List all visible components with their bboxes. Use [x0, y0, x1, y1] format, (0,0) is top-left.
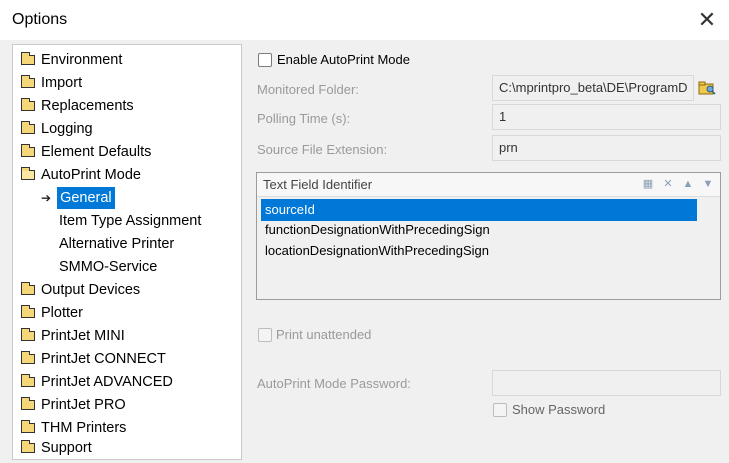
- folder-icon: [21, 121, 35, 134]
- tree-item-label: General: [57, 187, 115, 209]
- tree-item-label: PrintJet PRO: [41, 397, 126, 413]
- folder-icon: [21, 420, 35, 433]
- title-bar: Options ✕: [0, 0, 729, 40]
- move-up-icon[interactable]: ▲: [681, 177, 695, 191]
- monitored-folder-field[interactable]: C:\mprintpro_beta\DE\ProgramD: [492, 75, 694, 101]
- polling-time-label: Polling Time (s):: [257, 111, 351, 126]
- tree-item-printjet-advanced[interactable]: PrintJet ADVANCED: [21, 371, 173, 393]
- polling-time-field[interactable]: 1: [492, 104, 721, 130]
- tree-item-autoprint-mode[interactable]: AutoPrint Mode: [21, 164, 141, 186]
- monitored-folder-label: Monitored Folder:: [257, 82, 359, 97]
- folder-icon: [21, 374, 35, 387]
- show-password-checkbox[interactable]: [493, 403, 507, 417]
- tree-item-logging[interactable]: Logging: [21, 118, 93, 140]
- folder-open-icon: [21, 167, 35, 180]
- options-tree[interactable]: Environment Import Replacements Logging …: [12, 44, 242, 460]
- print-unattended-checkbox[interactable]: [258, 328, 272, 342]
- folder-icon: [21, 305, 35, 318]
- list-header: Text Field Identifier ▦ ✕ ▲ ▼: [257, 173, 720, 197]
- list-item[interactable]: locationDesignationWithPrecedingSign: [261, 240, 489, 262]
- folder-icon: [21, 52, 35, 65]
- list-item[interactable]: functionDesignationWithPrecedingSign: [261, 219, 490, 241]
- source-ext-field[interactable]: prn: [492, 135, 721, 161]
- folder-icon: [21, 144, 35, 157]
- list-header-title: Text Field Identifier: [263, 177, 373, 192]
- tree-item-label: Alternative Printer: [59, 236, 175, 252]
- text-field-identifier-panel: Text Field Identifier ▦ ✕ ▲ ▼ sourceId f…: [256, 172, 721, 300]
- folder-icon: [21, 282, 35, 295]
- add-icon[interactable]: ▦: [641, 177, 655, 191]
- show-password-label: Show Password: [512, 402, 606, 417]
- tree-item-thm-printers[interactable]: THM Printers: [21, 417, 126, 439]
- tree-item-environment[interactable]: Environment: [21, 49, 122, 71]
- close-icon: ✕: [697, 7, 717, 32]
- browse-folder-icon[interactable]: [698, 81, 716, 95]
- folder-icon: [21, 397, 35, 410]
- move-down-icon[interactable]: ▼: [701, 177, 715, 191]
- enable-autoprint-label: Enable AutoPrint Mode: [277, 52, 410, 67]
- tree-item-label: Item Type Assignment: [59, 213, 202, 229]
- close-button[interactable]: ✕: [685, 2, 729, 38]
- print-unattended-label: Print unattended: [276, 327, 372, 342]
- tree-item-printjet-pro[interactable]: PrintJet PRO: [21, 394, 126, 416]
- tree-item-label: Import: [41, 75, 83, 91]
- tree-item-label: SMMO-Service: [59, 259, 158, 275]
- enable-autoprint-checkbox[interactable]: [258, 53, 272, 67]
- delete-icon[interactable]: ✕: [661, 177, 675, 191]
- list-item[interactable]: sourceId: [261, 199, 697, 221]
- tree-item-general[interactable]: ➔ General: [41, 187, 115, 209]
- tree-item-replacements[interactable]: Replacements: [21, 95, 134, 117]
- arrow-right-icon: ➔: [41, 191, 52, 205]
- tree-item-printjet-connect[interactable]: PrintJet CONNECT: [21, 348, 166, 370]
- tree-item-label: Output Devices: [41, 282, 141, 298]
- folder-icon: [21, 440, 35, 453]
- source-ext-label: Source File Extension:: [257, 142, 388, 157]
- tree-item-element-defaults[interactable]: Element Defaults: [21, 141, 151, 163]
- tree-item-support[interactable]: Support: [21, 437, 92, 459]
- tree-item-label: AutoPrint Mode: [41, 167, 141, 183]
- tree-item-label: Element Defaults: [41, 144, 152, 160]
- tree-item-smmo-service[interactable]: SMMO-Service: [59, 256, 157, 278]
- window-title: Options: [12, 11, 68, 28]
- tree-item-import[interactable]: Import: [21, 72, 82, 94]
- folder-icon: [21, 98, 35, 111]
- folder-icon: [21, 328, 35, 341]
- tree-item-label: Logging: [41, 121, 93, 137]
- tree-item-output-devices[interactable]: Output Devices: [21, 279, 140, 301]
- tree-item-label: Plotter: [41, 305, 83, 321]
- tree-item-label: Replacements: [41, 98, 134, 114]
- tree-item-label: PrintJet MINI: [41, 328, 125, 344]
- tree-item-alternative-printer[interactable]: Alternative Printer: [59, 233, 174, 255]
- tree-item-label: Environment: [41, 52, 123, 68]
- folder-icon: [21, 351, 35, 364]
- tree-item-label: PrintJet ADVANCED: [41, 374, 173, 390]
- tree-item-label: PrintJet CONNECT: [41, 351, 166, 367]
- tree-item-item-type-assignment[interactable]: Item Type Assignment: [59, 210, 201, 232]
- tree-item-label: THM Printers: [41, 420, 127, 436]
- tree-item-label: Support: [41, 440, 92, 456]
- tree-item-plotter[interactable]: Plotter: [21, 302, 83, 324]
- password-label: AutoPrint Mode Password:: [257, 376, 411, 391]
- folder-icon: [21, 75, 35, 88]
- tree-item-printjet-mini[interactable]: PrintJet MINI: [21, 325, 125, 347]
- password-field[interactable]: [492, 370, 721, 396]
